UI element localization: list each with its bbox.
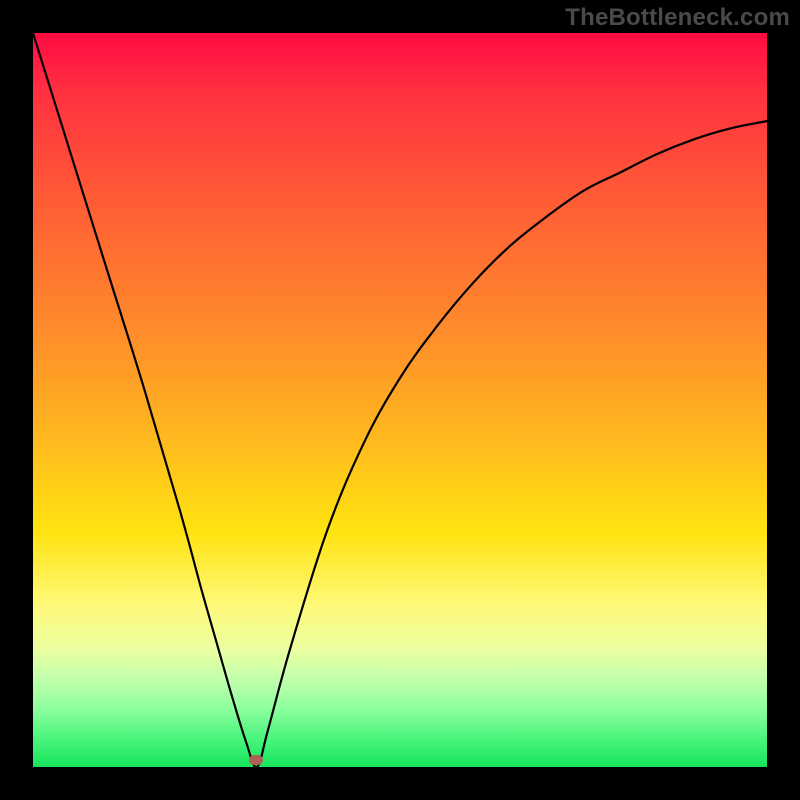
minimum-marker [249,755,263,765]
watermark-text: TheBottleneck.com [565,4,790,32]
bottleneck-curve [33,33,767,767]
curve-svg [33,33,767,767]
chart-frame: TheBottleneck.com [0,0,800,800]
